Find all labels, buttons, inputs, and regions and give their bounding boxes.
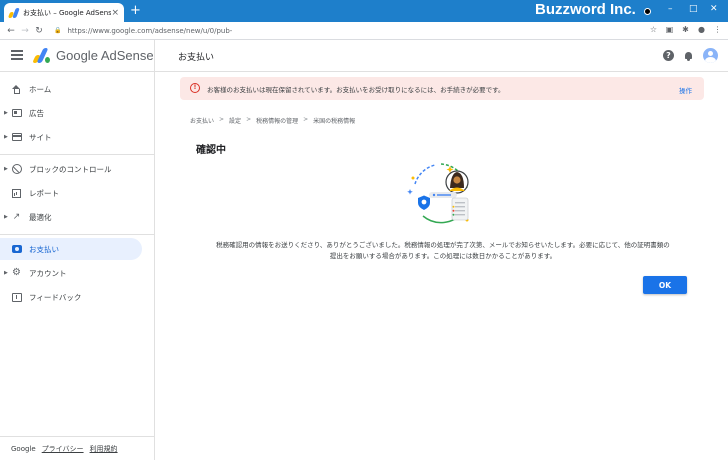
error-icon: ! [190, 83, 200, 93]
main-menu-icon[interactable] [11, 50, 23, 63]
sidebar-item-ads[interactable]: ▶ 広告 [0, 102, 142, 124]
record-dot-icon [644, 8, 651, 15]
reload-icon[interactable]: ↻ [32, 26, 46, 36]
privacy-link[interactable]: プライバシー [42, 444, 84, 454]
sidebar-item-feedback[interactable]: フィードバック [0, 286, 142, 308]
content-title: 確認中 [196, 145, 226, 156]
block-icon [11, 164, 22, 175]
sites-icon [11, 132, 22, 143]
app-header: Google AdSense お支払い ? [0, 40, 728, 72]
gear-icon: ⚙ [12, 267, 21, 278]
close-window-button[interactable]: ✕ [710, 4, 718, 14]
description-line-1: 税務確認用の情報をお送りくださり、ありがとうございました。税務情報の処理が完了次… [216, 241, 670, 249]
home-icon [11, 84, 22, 95]
sidebar-item-label: 最適化 [29, 212, 52, 222]
sidebar-divider [0, 154, 154, 155]
breadcrumb-separator: > [219, 116, 225, 123]
sidebar-item-label: 広告 [29, 108, 44, 118]
browser-tabstrip: お支払い – Google AdSense × + Buzzword Inc. … [0, 0, 728, 22]
puzzle-icon[interactable]: ✱ [681, 25, 690, 34]
terms-link[interactable]: 利用規約 [90, 444, 118, 454]
breadcrumb-separator: > [303, 116, 309, 123]
confirmation-description: 税務確認用の情報をお送りくださり、ありがとうございました。税務情報の処理が完了次… [183, 240, 703, 262]
sidebar-item-label: フィードバック [29, 292, 82, 302]
sidebar: ホーム ▶ 広告 ▶ サイト ▶ ブロックのコントロール レポート ▶ ↗ 最適… [0, 72, 155, 460]
sidebar-divider [0, 234, 154, 235]
lock-icon: 🔒 [54, 27, 62, 34]
back-icon[interactable]: ← [4, 26, 18, 36]
alert-action-link[interactable]: 操作 [679, 85, 692, 95]
header-divider [154, 40, 155, 71]
breadcrumb-item-settings[interactable]: 設定 [229, 116, 241, 125]
breadcrumb: お支払い > 設定 > 税務情報の管理 > 米国の税務情報 [190, 116, 355, 125]
payment-hold-alert: ! お客様のお支払いは現在保留されています。お支払いをお受け取りになるには、お手… [180, 77, 704, 100]
sidebar-item-payments[interactable]: お支払い [0, 238, 142, 260]
profile-icon[interactable]: ● [697, 25, 706, 34]
url-text: https://www.google.com/adsense/new/u/0/p… [67, 26, 233, 35]
new-tab-button[interactable]: + [130, 4, 141, 18]
footer-brand: Google [11, 444, 36, 453]
sidebar-item-label: レポート [29, 188, 59, 198]
breadcrumb-item-payments[interactable]: お支払い [190, 116, 214, 125]
ok-button[interactable]: OK [643, 276, 687, 294]
sidebar-item-block-controls[interactable]: ▶ ブロックのコントロール [0, 158, 142, 180]
notifications-icon[interactable] [684, 51, 693, 61]
sidebar-item-label: ホーム [29, 84, 52, 94]
sidebar-item-reports[interactable]: レポート [0, 182, 142, 204]
report-icon [11, 188, 22, 199]
expand-arrow-icon[interactable]: ▶ [4, 166, 8, 172]
browser-tab[interactable]: お支払い – Google AdSense × [4, 3, 124, 22]
sidebar-footer: Google プライバシー 利用規約 [0, 436, 154, 460]
alert-message: お客様のお支払いは現在保留されています。お支払いをお受け取りになるには、お手続き… [207, 86, 505, 94]
watermark-text: Buzzword Inc. [535, 1, 636, 18]
address-bar[interactable]: 🔒 https://www.google.com/adsense/new/u/0… [54, 27, 614, 35]
minimize-button[interactable]: – [668, 4, 673, 14]
menu-kebab-icon[interactable]: ⋮ [713, 25, 722, 34]
breadcrumb-item-tax-info[interactable]: 税務情報の管理 [256, 116, 298, 125]
forward-icon[interactable]: → [18, 26, 32, 36]
sidebar-item-label: アカウント [29, 268, 67, 278]
breadcrumb-item-us-tax-info: 米国の税務情報 [313, 118, 356, 125]
bookmark-star-icon[interactable]: ☆ [649, 25, 658, 34]
tab-title: お支払い – Google AdSense [23, 8, 112, 17]
expand-arrow-icon[interactable]: ▶ [4, 214, 8, 220]
avatar[interactable] [703, 48, 718, 63]
trending-icon: ↗ [12, 212, 21, 222]
sidebar-item-label: サイト [29, 132, 52, 142]
sidebar-item-label: ブロックのコントロール [29, 164, 112, 174]
payments-icon [11, 244, 22, 255]
help-icon[interactable]: ? [663, 50, 674, 61]
sidebar-item-sites[interactable]: ▶ サイト [0, 126, 142, 148]
ads-icon [11, 108, 22, 119]
page-title: お支払い [178, 53, 215, 63]
browser-toolbar: ← → ↻ 🔒 https://www.google.com/adsense/n… [0, 22, 728, 40]
maximize-button[interactable]: □ [689, 4, 698, 14]
sidebar-item-optimization[interactable]: ▶ ↗ 最適化 [0, 206, 142, 228]
breadcrumb-separator: > [246, 116, 252, 123]
adsense-logo-icon [32, 48, 51, 63]
feedback-icon [11, 292, 22, 303]
description-line-2: 提出をお願いする場合があります。この処理には数日かかることがあります。 [329, 252, 557, 260]
expand-arrow-icon[interactable]: ▶ [4, 134, 8, 140]
sidebar-item-label: お支払い [29, 244, 59, 254]
sidebar-item-account[interactable]: ▶ ⚙ アカウント [0, 262, 142, 284]
expand-arrow-icon[interactable]: ▶ [4, 270, 8, 276]
expand-arrow-icon[interactable]: ▶ [4, 110, 8, 116]
verification-illustration [407, 163, 469, 224]
main-content: ! お客様のお支払いは現在保留されています。お支払いをお受け取りになるには、お手… [155, 72, 728, 460]
tab-close-button[interactable]: × [111, 8, 119, 18]
sidebar-item-home[interactable]: ホーム [0, 78, 142, 100]
adsense-favicon-icon [7, 7, 20, 18]
brand-name: Google AdSense [56, 48, 154, 63]
extension-icon[interactable]: ▣ [665, 25, 674, 34]
